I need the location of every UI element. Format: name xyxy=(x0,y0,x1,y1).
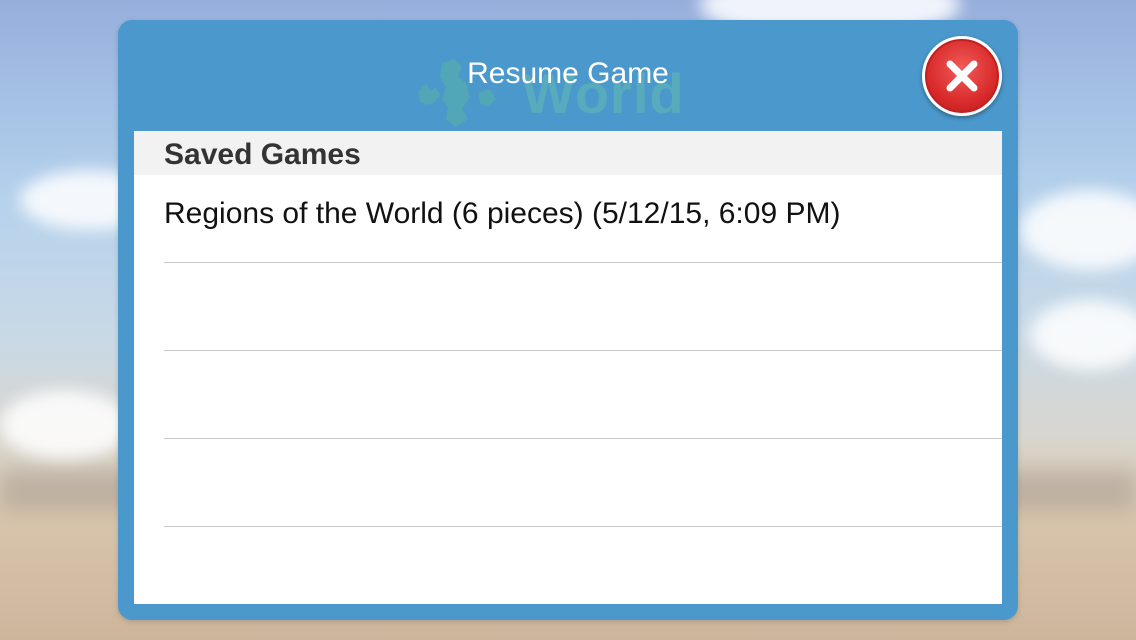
resume-game-dialog: World Resume Game Saved Games Regions of… xyxy=(118,20,1018,620)
saved-game-label: Regions of the World (6 pieces) (5/12/15… xyxy=(164,197,841,230)
saved-game-row[interactable]: Regions of the World (6 pieces) (5/12/15… xyxy=(134,175,1002,263)
saved-games-list: Saved Games Regions of the World (6 piec… xyxy=(134,131,1002,604)
empty-list-row xyxy=(134,439,1002,527)
close-x-icon xyxy=(946,60,978,92)
empty-list-row xyxy=(134,351,1002,439)
background-cloud xyxy=(0,390,130,460)
background-cloud xyxy=(1030,300,1136,370)
blurred-background: World Resume Game Saved Games Regions of… xyxy=(0,0,1136,640)
background-cloud xyxy=(1020,190,1136,270)
close-button[interactable] xyxy=(922,36,1002,116)
section-header-saved-games: Saved Games xyxy=(134,131,1002,175)
dialog-title: Resume Game xyxy=(467,57,669,90)
empty-list-row xyxy=(134,263,1002,351)
